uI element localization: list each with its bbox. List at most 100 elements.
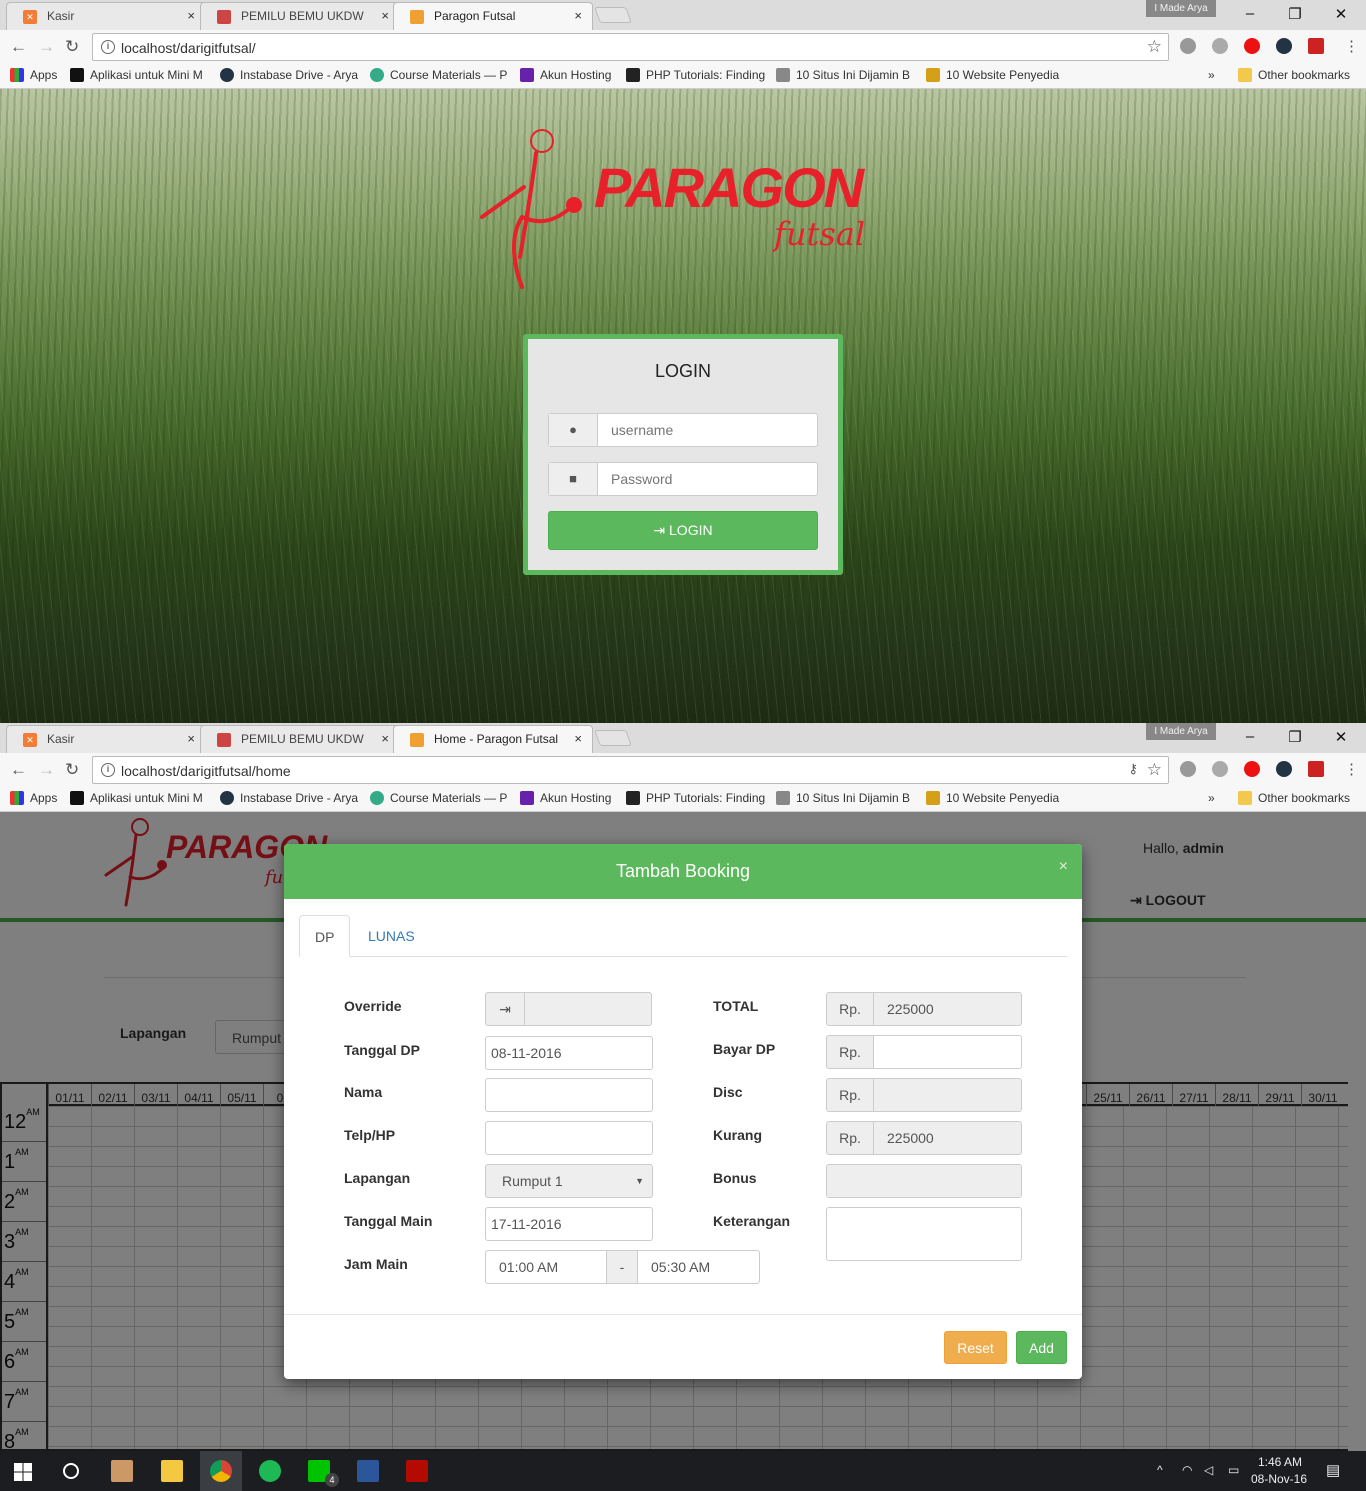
tray-chevron-icon[interactable]: ^ bbox=[1157, 1463, 1163, 1477]
clock-date[interactable]: 08-Nov-16 bbox=[1251, 1472, 1307, 1486]
lapangan-select[interactable]: Rumput 1 ▼ bbox=[485, 1164, 653, 1198]
close-window-icon[interactable]: ✕ bbox=[1331, 728, 1351, 746]
bookmark-apps[interactable]: Apps bbox=[10, 68, 57, 82]
tanggal-dp-input[interactable]: 08-11-2016 bbox=[485, 1036, 653, 1070]
windows-start-icon[interactable] bbox=[14, 1463, 32, 1481]
profile-badge[interactable]: I Made Arya bbox=[1146, 723, 1216, 740]
chrome-taskbar-active[interactable] bbox=[200, 1451, 242, 1491]
bookmark-item[interactable]: Course Materials — P bbox=[370, 791, 507, 805]
info-icon[interactable]: i bbox=[101, 763, 115, 777]
back-icon[interactable]: ← bbox=[10, 760, 27, 780]
notification-icon[interactable]: ▤ bbox=[1326, 1461, 1340, 1479]
bookmark-item[interactable]: 10 Situs Ini Dijamin B bbox=[776, 791, 910, 805]
tab-pemilu[interactable]: PEMILU BEMU UKDW × bbox=[200, 725, 400, 753]
tab-kasir[interactable]: ✕ Kasir × bbox=[6, 2, 206, 30]
nama-input[interactable] bbox=[485, 1078, 653, 1112]
tanggal-main-input[interactable]: 17-11-2016 bbox=[485, 1207, 653, 1241]
tab-paragon-futsal[interactable]: Paragon Futsal × bbox=[393, 2, 593, 30]
login-button[interactable]: ⇥ LOGIN bbox=[548, 511, 818, 550]
clock-time[interactable]: 1:46 AM bbox=[1258, 1455, 1302, 1469]
tab-lunas[interactable]: LUNAS bbox=[353, 915, 430, 957]
jam-end-input[interactable]: 05:30 AM bbox=[637, 1250, 760, 1284]
color-picker-icon[interactable] bbox=[1276, 761, 1292, 777]
bookmark-item[interactable]: Aplikasi untuk Mini M bbox=[70, 68, 203, 82]
add-button[interactable]: Add bbox=[1016, 1331, 1067, 1364]
info-icon[interactable]: i bbox=[101, 40, 115, 54]
jam-start-input[interactable]: 01:00 AM bbox=[485, 1250, 607, 1284]
battery-icon[interactable]: ▭ bbox=[1228, 1463, 1239, 1477]
close-icon[interactable]: × bbox=[1059, 858, 1068, 876]
globe-icon[interactable] bbox=[1212, 38, 1228, 54]
bookmark-item[interactable]: 10 Website Penyedia bbox=[926, 791, 1059, 805]
key-icon[interactable]: ⚷ bbox=[1128, 761, 1138, 777]
opera-icon[interactable] bbox=[1244, 38, 1260, 54]
forward-icon[interactable]: → bbox=[38, 760, 55, 780]
bookmark-item[interactable]: 10 Website Penyedia bbox=[926, 68, 1059, 82]
close-tab-icon[interactable]: × bbox=[574, 8, 582, 23]
bookmark-item[interactable]: PHP Tutorials: Finding bbox=[626, 791, 765, 805]
sublime-icon[interactable] bbox=[111, 1460, 133, 1482]
address-bar[interactable]: i localhost/darigitfutsal/ ☆ bbox=[92, 33, 1169, 61]
minimize-icon[interactable]: – bbox=[1240, 5, 1260, 22]
keterangan-textarea[interactable] bbox=[826, 1207, 1022, 1261]
globe-icon[interactable] bbox=[1212, 761, 1228, 777]
file-explorer-icon[interactable] bbox=[161, 1460, 183, 1482]
mega-icon[interactable] bbox=[1308, 38, 1324, 54]
bookmark-item[interactable]: Akun Hosting bbox=[520, 68, 611, 82]
volume-icon[interactable]: ◁ bbox=[1204, 1463, 1213, 1477]
password-input[interactable] bbox=[599, 463, 817, 495]
bookmark-item[interactable]: Aplikasi untuk Mini M bbox=[70, 791, 203, 805]
spotify-icon[interactable] bbox=[259, 1460, 281, 1482]
close-window-icon[interactable]: ✕ bbox=[1331, 5, 1351, 23]
bookmark-item[interactable]: Instabase Drive - Arya bbox=[220, 791, 358, 805]
close-tab-icon[interactable]: × bbox=[381, 8, 389, 23]
profile-badge[interactable]: I Made Arya bbox=[1146, 0, 1216, 17]
other-bookmarks[interactable]: Other bookmarks bbox=[1238, 791, 1350, 805]
restore-icon[interactable]: ❐ bbox=[1285, 5, 1305, 23]
mega-icon[interactable] bbox=[1308, 761, 1324, 777]
close-tab-icon[interactable]: × bbox=[187, 8, 195, 23]
close-tab-icon[interactable]: × bbox=[381, 731, 389, 746]
bookmark-item[interactable]: 10 Situs Ini Dijamin B bbox=[776, 68, 910, 82]
username-input[interactable] bbox=[599, 414, 817, 446]
bookmark-item[interactable]: PHP Tutorials: Finding bbox=[626, 68, 765, 82]
tab-kasir[interactable]: ✕ Kasir × bbox=[6, 725, 206, 753]
other-bookmarks[interactable]: Other bookmarks bbox=[1238, 68, 1350, 82]
new-tab-button[interactable] bbox=[594, 7, 632, 23]
opera-icon[interactable] bbox=[1244, 761, 1260, 777]
bookmark-star-icon[interactable]: ☆ bbox=[1147, 37, 1162, 57]
word-icon[interactable] bbox=[357, 1460, 379, 1482]
reset-button[interactable]: Reset bbox=[944, 1331, 1007, 1364]
extension-icon[interactable] bbox=[1180, 761, 1196, 777]
bookmarks-overflow-icon[interactable]: » bbox=[1208, 791, 1215, 805]
color-picker-icon[interactable] bbox=[1276, 38, 1292, 54]
menu-icon[interactable]: ⋮ bbox=[1344, 37, 1359, 55]
telp-input[interactable] bbox=[485, 1121, 653, 1155]
forward-icon[interactable]: → bbox=[38, 37, 55, 57]
acrobat-icon[interactable] bbox=[406, 1460, 428, 1482]
minimize-icon[interactable]: – bbox=[1240, 728, 1260, 745]
tab-pemilu[interactable]: PEMILU BEMU UKDW × bbox=[200, 2, 400, 30]
bookmark-item[interactable]: Akun Hosting bbox=[520, 791, 611, 805]
cortana-icon[interactable] bbox=[63, 1463, 79, 1479]
extension-icon[interactable] bbox=[1180, 38, 1196, 54]
close-tab-icon[interactable]: × bbox=[574, 731, 582, 746]
bookmark-apps[interactable]: Apps bbox=[10, 791, 57, 805]
back-icon[interactable]: ← bbox=[10, 37, 27, 57]
tab-home-paragon[interactable]: Home - Paragon Futsal × bbox=[393, 725, 593, 753]
close-tab-icon[interactable]: × bbox=[187, 731, 195, 746]
reload-icon[interactable]: ↻ bbox=[65, 37, 79, 57]
restore-icon[interactable]: ❐ bbox=[1285, 728, 1305, 746]
bookmark-star-icon[interactable]: ☆ bbox=[1147, 760, 1162, 780]
new-tab-button[interactable] bbox=[594, 730, 632, 746]
bayar-dp-input[interactable] bbox=[873, 1035, 1022, 1069]
wifi-icon[interactable]: ◠ bbox=[1182, 1463, 1192, 1477]
reload-icon[interactable]: ↻ bbox=[65, 760, 79, 780]
menu-icon[interactable]: ⋮ bbox=[1344, 760, 1359, 778]
bookmark-item[interactable]: Instabase Drive - Arya bbox=[220, 68, 358, 82]
bookmark-item[interactable]: Course Materials — P bbox=[370, 68, 507, 82]
override-enter-icon[interactable]: ⇥ bbox=[485, 992, 525, 1026]
tab-dp[interactable]: DP bbox=[299, 915, 351, 957]
bookmarks-overflow-icon[interactable]: » bbox=[1208, 68, 1215, 82]
address-bar[interactable]: i localhost/darigitfutsal/home ⚷ ☆ bbox=[92, 756, 1169, 784]
